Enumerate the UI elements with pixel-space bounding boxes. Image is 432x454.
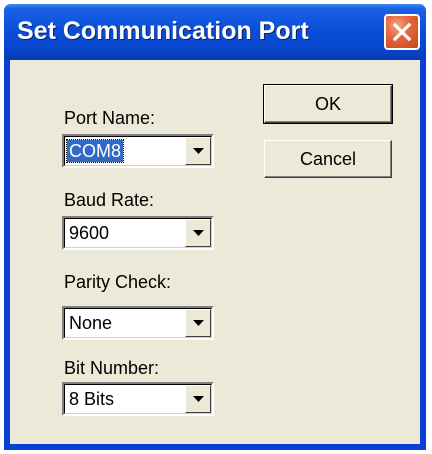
port-name-value: COM8 xyxy=(65,139,125,163)
bit-number-value: 8 Bits xyxy=(69,389,115,409)
cancel-button[interactable]: Cancel xyxy=(264,140,392,178)
close-button[interactable] xyxy=(384,14,420,50)
baud-rate-label: Baud Rate: xyxy=(64,190,155,210)
chevron-down-icon xyxy=(193,230,204,236)
chevron-down-icon xyxy=(193,396,204,402)
parity-check-label: Parity Check: xyxy=(64,272,172,292)
baud-rate-value: 9600 xyxy=(69,223,110,243)
title-bar[interactable]: Set Communication Port xyxy=(4,4,426,60)
baud-rate-dropdown-button[interactable] xyxy=(185,219,211,247)
dialog-window: Set Communication Port Port Name: COM8 B… xyxy=(4,4,426,450)
ok-button[interactable]: OK xyxy=(263,84,393,124)
window-title: Set Communication Port xyxy=(17,17,309,45)
parity-check-value: None xyxy=(69,313,113,333)
bit-number-label: Bit Number: xyxy=(64,358,160,378)
port-name-label: Port Name: xyxy=(64,108,156,128)
port-name-dropdown-button[interactable] xyxy=(185,137,211,165)
baud-rate-dropdown[interactable]: 9600 xyxy=(62,216,214,250)
dialog-client-area: Port Name: COM8 Baud Rate: 9600 Parity C… xyxy=(10,60,420,444)
bit-number-dropdown[interactable]: 8 Bits xyxy=(62,382,214,416)
close-icon xyxy=(392,22,412,42)
bit-number-dropdown-button[interactable] xyxy=(185,385,211,413)
chevron-down-icon xyxy=(193,320,204,326)
parity-check-dropdown-button[interactable] xyxy=(185,309,211,337)
chevron-down-icon xyxy=(193,148,204,154)
parity-check-dropdown[interactable]: None xyxy=(62,306,214,340)
port-name-dropdown[interactable]: COM8 xyxy=(62,134,214,168)
